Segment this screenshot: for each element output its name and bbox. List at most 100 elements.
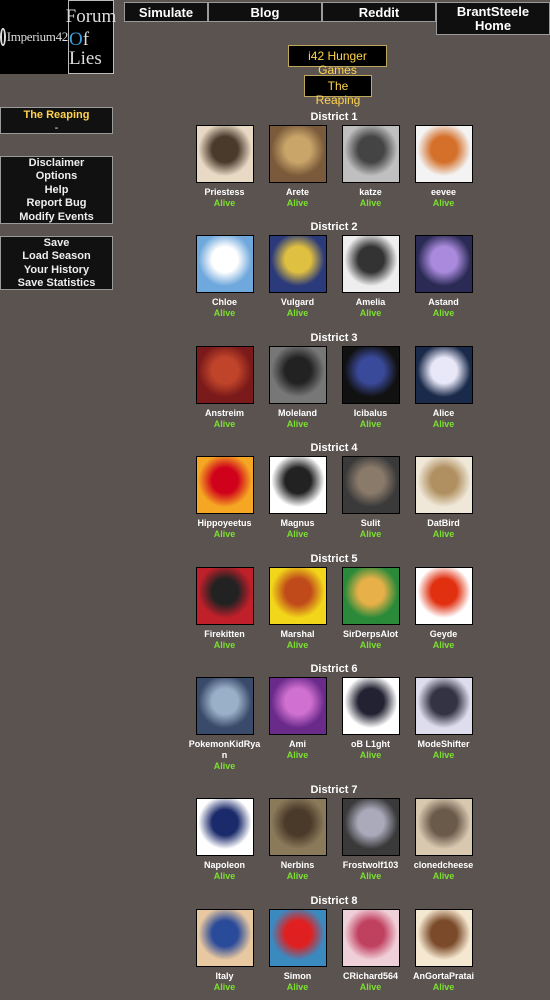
disclaimer-link[interactable]: Disclaimer (1, 157, 112, 170)
district-section: District 2 Chloe Alive Vulgard Alive Amelia Al… (188, 221, 480, 319)
site-logo[interactable]: Imperium42 Forum Of Lies (0, 0, 117, 74)
tribute-status: Alive (286, 198, 309, 208)
tribute-name: oB L1ght (351, 739, 390, 749)
save-statistics-link[interactable]: Save Statistics (1, 277, 112, 290)
tribute-avatar (414, 798, 473, 856)
reddit-button[interactable]: Reddit (322, 2, 436, 22)
tribute-avatar (268, 677, 327, 735)
load-season-link[interactable]: Load Season (1, 250, 112, 263)
simulate-button[interactable]: Simulate (124, 2, 208, 22)
help-link[interactable]: Help (1, 184, 112, 197)
tribute-status: Alive (286, 750, 309, 760)
home-label-2: Home (474, 17, 512, 33)
report-bug-link[interactable]: Report Bug (1, 197, 112, 210)
tribute-name: Chloe (211, 297, 237, 307)
tribute-avatar (414, 125, 473, 183)
tribute-card: CRichard564 Alive (334, 909, 407, 993)
options-link[interactable]: Options (1, 170, 112, 183)
district-section: District 6 PokemonKidRyan Alive Ami Alive oB … (188, 663, 480, 772)
tribute-avatar (341, 346, 400, 404)
tribute-name: Nerbins (280, 860, 315, 870)
tribute-status: Alive (359, 308, 382, 318)
tribute-name: CRichard564 (342, 971, 399, 981)
swirl-icon (0, 28, 6, 46)
tribute-card: clonedcheese Alive (407, 798, 480, 882)
tribute-row: Italy Alive Simon Alive CRichard564 Alive AnGo… (188, 909, 480, 993)
tribute-name: Frostwolf103 (342, 860, 399, 870)
tribute-card: AnGortaPratai Alive (407, 909, 480, 993)
tribute-name: Ami (288, 739, 306, 749)
district-heading: District 4 (310, 442, 358, 454)
tribute-avatar (414, 235, 473, 293)
phase-subtitle: - (54, 122, 59, 135)
tribute-card: SirDerpsAlot Alive (334, 567, 407, 651)
district-heading: District 7 (310, 784, 358, 796)
tribute-card: Arete Alive (261, 125, 334, 209)
your-history-link[interactable]: Your History (1, 264, 112, 277)
tribute-name: Magnus (280, 518, 315, 528)
district-heading: District 2 (310, 221, 358, 233)
tribute-card: Icibalus Alive (334, 346, 407, 430)
tribute-name: Icibalus (353, 408, 388, 418)
tribute-status: Alive (432, 982, 455, 992)
tribute-card: Priestess Alive (188, 125, 261, 209)
tribute-status: Alive (432, 640, 455, 650)
tribute-status: Alive (432, 419, 455, 429)
tribute-status: Alive (286, 982, 309, 992)
tribute-avatar (195, 798, 254, 856)
tribute-card: Ami Alive (261, 677, 334, 772)
tribute-card: Hippoyeetus Alive (188, 456, 261, 540)
tribute-status: Alive (359, 750, 382, 760)
save-link[interactable]: Save (1, 237, 112, 250)
home-button[interactable]: BrantSteele Home (436, 2, 550, 35)
tribute-avatar (195, 235, 254, 293)
district-section: District 7 Napoleon Alive Nerbins Alive Frost… (188, 784, 480, 882)
tribute-avatar (195, 909, 254, 967)
tribute-name: Vulgard (280, 297, 315, 307)
tribute-card: Nerbins Alive (261, 798, 334, 882)
blog-button[interactable]: Blog (208, 2, 322, 22)
tribute-name: Astand (428, 297, 459, 307)
tribute-name: Marshal (280, 629, 315, 639)
tribute-card: Amelia Alive (334, 235, 407, 319)
tribute-row: Anstreim Alive Moleland Alive Icibalus Alive A… (188, 346, 480, 430)
tribute-status: Alive (213, 419, 236, 429)
tribute-name: Geyde (429, 629, 458, 639)
tribute-card: Napoleon Alive (188, 798, 261, 882)
menu-box-2: Save Load Season Your History Save Stati… (0, 236, 113, 290)
logo-text-2a: Forum (65, 5, 117, 27)
home-label-1: BrantSteele (456, 3, 530, 19)
tribute-avatar (268, 125, 327, 183)
district-heading: District 8 (310, 895, 358, 907)
tribute-name: Amelia (355, 297, 386, 307)
modify-events-link[interactable]: Modify Events (1, 211, 112, 224)
tribute-row: Firekitten Alive Marshal Alive SirDerpsAlot A… (188, 567, 480, 651)
tribute-avatar (195, 677, 254, 735)
tribute-status: Alive (286, 640, 309, 650)
tribute-name: Hippoyeetus (197, 518, 252, 528)
tribute-card: DatBird Alive (407, 456, 480, 540)
tribute-avatar (341, 235, 400, 293)
tribute-row: Napoleon Alive Nerbins Alive Frostwolf103 Ali… (188, 798, 480, 882)
tribute-name: clonedcheese (413, 860, 474, 870)
tribute-status: Alive (359, 640, 382, 650)
tribute-avatar (414, 909, 473, 967)
tribute-status: Alive (432, 198, 455, 208)
tribute-avatar (414, 456, 473, 514)
forum-of-lies-logo: Forum Of Lies (65, 0, 117, 74)
tribute-status: Alive (213, 871, 236, 881)
district-heading: District 1 (310, 111, 358, 123)
tribute-status: Alive (213, 640, 236, 650)
tribute-avatar (268, 235, 327, 293)
logo-o: O (69, 28, 83, 50)
imperium42-logo: Imperium42 (0, 0, 68, 74)
tribute-avatar (341, 798, 400, 856)
tribute-status: Alive (213, 761, 236, 771)
tribute-avatar (414, 677, 473, 735)
tribute-card: Simon Alive (261, 909, 334, 993)
district-section: District 5 Firekitten Alive Marshal Alive Sir… (188, 553, 480, 651)
tribute-avatar (268, 567, 327, 625)
tribute-status: Alive (432, 308, 455, 318)
tribute-name: PokemonKidRyan (188, 739, 261, 760)
menu-box-1: Disclaimer Options Help Report Bug Modif… (0, 156, 113, 224)
